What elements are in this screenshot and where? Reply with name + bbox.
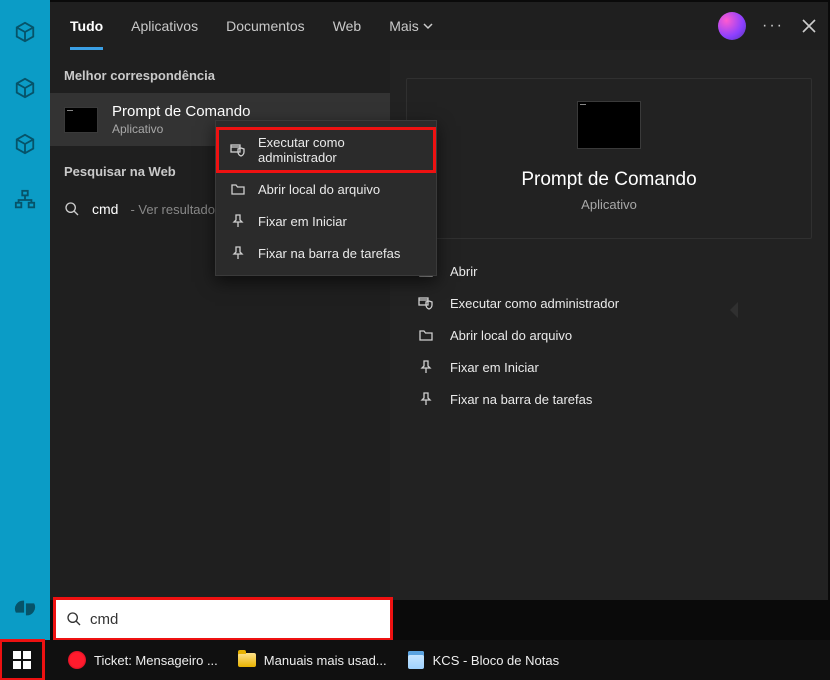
taskbar-item-notepad[interactable]: KCS - Bloco de Notas (397, 640, 569, 680)
tab-web[interactable]: Web (333, 2, 362, 50)
chevron-down-icon (423, 21, 433, 31)
tab-all[interactable]: Tudo (70, 2, 103, 50)
taskbar-item-opera[interactable]: Ticket: Mensageiro ... (58, 640, 228, 680)
context-pin-taskbar-label: Fixar na barra de tarefas (258, 246, 400, 261)
taskbar-item-label: Manuais mais usad... (264, 653, 387, 668)
action-open-label: Abrir (450, 264, 477, 279)
best-match-title: Prompt de Comando (112, 103, 250, 120)
action-run-as-admin-label: Executar como administrador (450, 296, 619, 311)
detail-card: Prompt de Comando Aplicativo (406, 78, 812, 239)
rail-cube-icon[interactable] (13, 20, 37, 44)
action-open-file-location[interactable]: Abrir local do arquivo (414, 319, 804, 351)
close-button[interactable] (800, 17, 818, 35)
taskbar: Ticket: Mensageiro ... Manuais mais usad… (0, 640, 830, 680)
action-pin-taskbar[interactable]: Fixar na barra de tarefas (414, 383, 804, 415)
tab-more-label: Mais (389, 18, 419, 34)
shield-icon (230, 142, 246, 158)
cmd-thumbnail-icon (64, 107, 98, 133)
more-options-button[interactable]: ··· (762, 17, 784, 35)
search-icon (66, 611, 82, 627)
detail-column: Prompt de Comando Aplicativo Abrir Execu… (390, 50, 828, 600)
action-pin-start-label: Fixar em Iniciar (450, 360, 539, 375)
tab-more[interactable]: Mais (389, 2, 433, 50)
action-pin-taskbar-label: Fixar na barra de tarefas (450, 392, 592, 407)
search-panel: Tudo Aplicativos Documentos Web Mais ···… (50, 2, 828, 600)
pin-taskbar-icon (418, 391, 434, 407)
detail-arrow-icon (730, 302, 738, 318)
search-input[interactable] (90, 611, 380, 628)
action-pin-start[interactable]: Fixar em Iniciar (414, 351, 804, 383)
windows-logo-icon (13, 651, 31, 669)
context-pin-start-label: Fixar em Iniciar (258, 214, 347, 229)
web-query-text: cmd (92, 201, 118, 217)
pin-taskbar-icon (230, 245, 246, 261)
web-query-suffix: - Ver resultados (130, 202, 221, 217)
context-run-as-admin-label: Executar como administrador (258, 135, 422, 165)
taskbar-item-label: Ticket: Mensageiro ... (94, 653, 218, 668)
folder-icon (238, 651, 256, 669)
detail-subtitle: Aplicativo (419, 197, 799, 212)
taskbar-item-label: KCS - Bloco de Notas (433, 653, 559, 668)
cmd-thumbnail-large-icon (577, 101, 641, 149)
rog-logo-icon[interactable] (718, 12, 746, 40)
zendesk-icon[interactable] (13, 596, 37, 620)
shield-icon (418, 295, 434, 311)
section-best-match-label: Melhor correspondência (50, 50, 390, 93)
action-run-as-admin[interactable]: Executar como administrador (414, 287, 804, 319)
context-menu: Executar como administrador Abrir local … (215, 120, 437, 276)
action-open-file-location-label: Abrir local do arquivo (450, 328, 572, 343)
notepad-icon (407, 651, 425, 669)
tab-documents[interactable]: Documentos (226, 2, 305, 50)
pin-start-icon (230, 213, 246, 229)
context-pin-taskbar[interactable]: Fixar na barra de tarefas (216, 237, 436, 269)
detail-title: Prompt de Comando (419, 169, 799, 191)
search-box[interactable] (56, 600, 390, 638)
search-icon (64, 201, 80, 217)
rail-cube-icon[interactable] (13, 76, 37, 100)
left-app-rail (0, 0, 50, 640)
folder-icon (230, 181, 246, 197)
taskbar-item-explorer[interactable]: Manuais mais usad... (228, 640, 397, 680)
rail-cube-icon[interactable] (13, 132, 37, 156)
context-run-as-admin[interactable]: Executar como administrador (216, 127, 436, 173)
action-open[interactable]: Abrir (414, 255, 804, 287)
context-pin-start[interactable]: Fixar em Iniciar (216, 205, 436, 237)
context-open-file-location[interactable]: Abrir local do arquivo (216, 173, 436, 205)
pin-start-icon (418, 359, 434, 375)
search-tabs-bar: Tudo Aplicativos Documentos Web Mais ··· (50, 2, 828, 50)
detail-actions: Abrir Executar como administrador Abrir … (390, 239, 828, 415)
opera-icon (68, 651, 86, 669)
context-open-file-location-label: Abrir local do arquivo (258, 182, 380, 197)
folder-icon (418, 327, 434, 343)
start-button[interactable] (0, 640, 44, 680)
tab-apps[interactable]: Aplicativos (131, 2, 198, 50)
rail-org-icon[interactable] (13, 188, 37, 212)
